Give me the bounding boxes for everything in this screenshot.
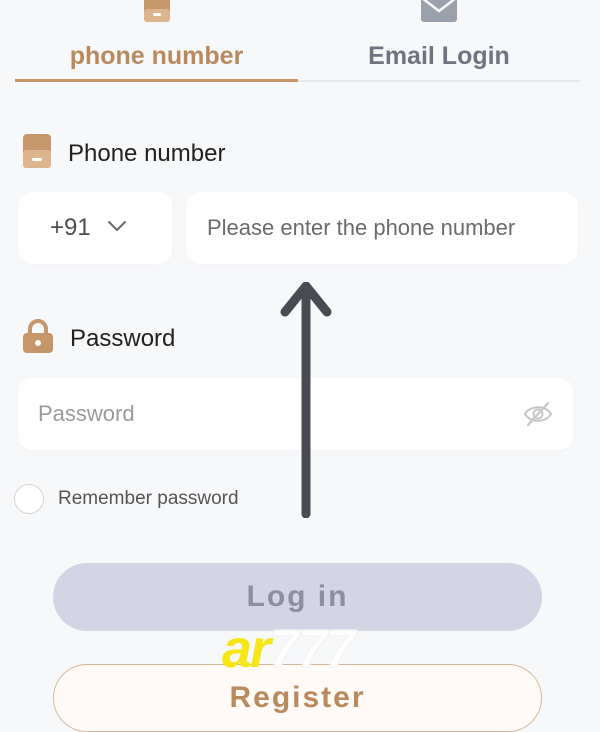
password-label: Password <box>70 324 176 352</box>
country-code-value: +91 <box>50 214 91 241</box>
tab-email-login[interactable]: Email Login <box>298 0 580 82</box>
lock-icon <box>22 318 54 359</box>
remember-password-checkbox[interactable] <box>14 484 44 514</box>
password-input[interactable] <box>18 378 508 450</box>
tab-email-label: Email Login <box>368 42 510 70</box>
tab-divider <box>298 80 580 82</box>
phone-icon <box>22 133 52 174</box>
tab-phone-label: phone number <box>69 42 244 70</box>
phone-icon <box>142 0 172 29</box>
phone-number-input[interactable] <box>186 192 578 264</box>
eye-off-icon[interactable] <box>523 400 553 433</box>
watermark-part1: ar <box>222 619 271 679</box>
remember-password-toggle[interactable]: Remember password <box>14 484 239 514</box>
tab-active-indicator <box>15 79 298 82</box>
watermark-logo: ar777 <box>222 619 356 679</box>
mail-icon <box>419 0 459 29</box>
tab-phone-number[interactable]: phone number <box>15 0 298 82</box>
chevron-down-icon <box>107 219 127 237</box>
password-heading: Password <box>22 318 175 359</box>
country-code-select[interactable]: +91 <box>18 192 172 264</box>
phone-number-label: Phone number <box>68 139 226 167</box>
phone-number-heading: Phone number <box>22 133 225 174</box>
watermark-part2: 777 <box>269 619 356 679</box>
remember-password-label: Remember password <box>58 488 239 509</box>
up-arrow-icon <box>280 281 332 523</box>
